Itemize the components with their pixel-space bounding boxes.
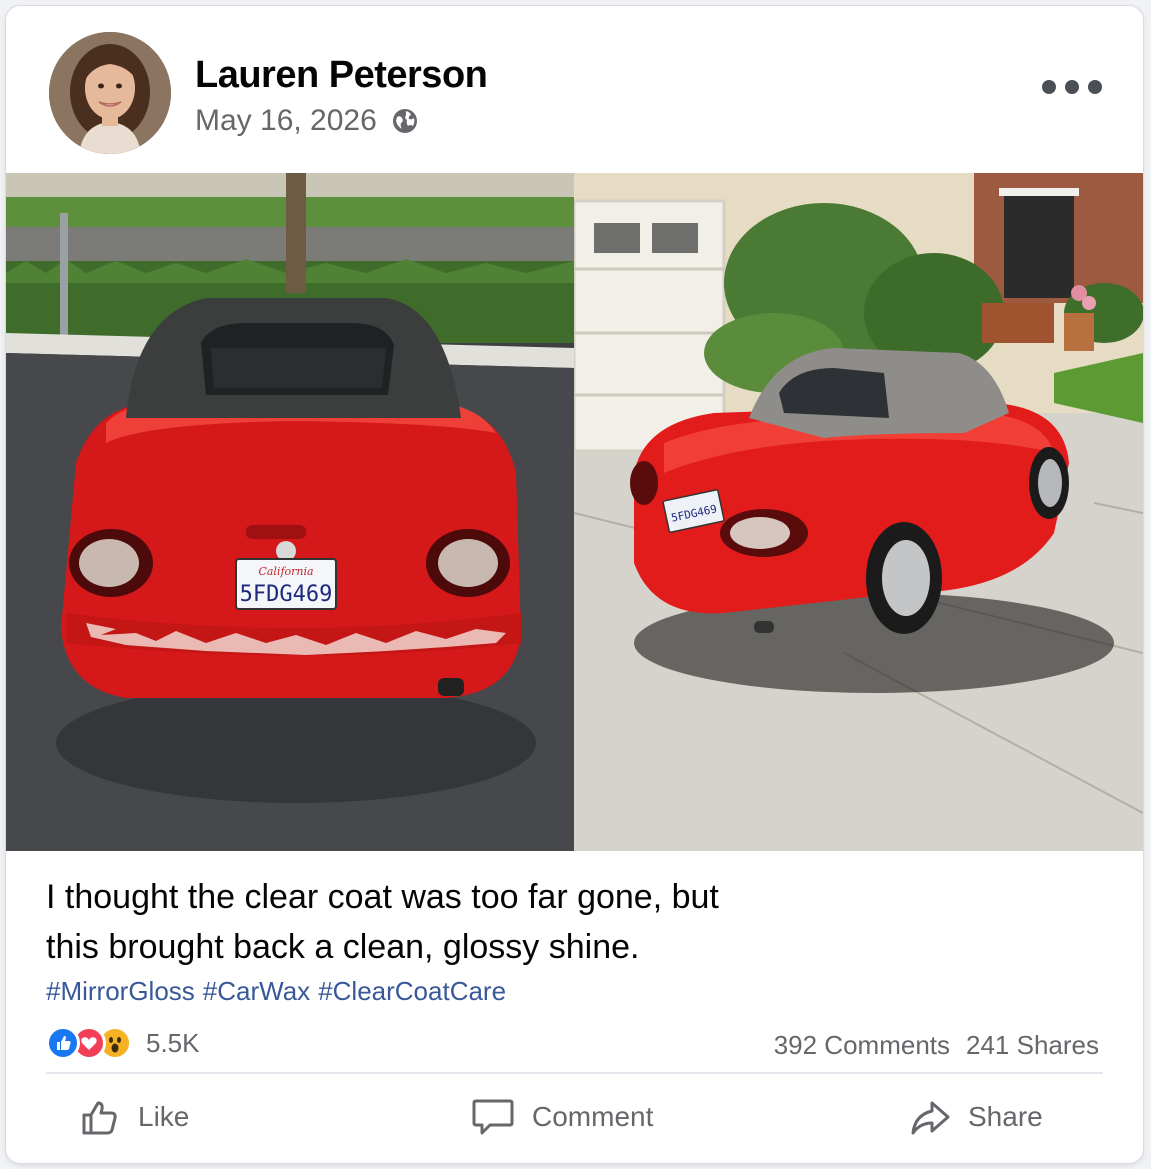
- comments-count-link[interactable]: 392 Comments: [774, 1030, 950, 1061]
- reactions-summary[interactable]: 5.5K: [46, 1026, 200, 1060]
- more-dot: [1088, 80, 1102, 94]
- shares-count-link[interactable]: 241 Shares: [966, 1030, 1099, 1061]
- thumbs-up-icon: [82, 1101, 117, 1135]
- plate-state: California: [258, 565, 313, 578]
- like-label: Like: [138, 1101, 190, 1132]
- hashtag-list: #MirrorGloss #CarWax #ClearCoatCare: [46, 976, 506, 1007]
- hashtag-link[interactable]: #ClearCoatCare: [318, 976, 506, 1007]
- share-label: Share: [968, 1101, 1043, 1132]
- post-meta: May 16, 2026: [195, 104, 419, 138]
- author-name[interactable]: Lauren Peterson: [195, 54, 488, 97]
- avatar-portrait: [49, 32, 171, 154]
- reaction-icons: [46, 1026, 132, 1060]
- post-card: Lauren Peterson May 16, 2026 California …: [6, 6, 1143, 1163]
- divider: [46, 1072, 1103, 1074]
- avatar[interactable]: [49, 32, 171, 154]
- share-button[interactable]: Share: [908, 1086, 1043, 1148]
- hashtag-link[interactable]: #CarWax: [203, 976, 310, 1007]
- more-options-button[interactable]: [1042, 76, 1102, 98]
- comment-bubble-icon: [472, 1099, 514, 1135]
- more-dot: [1042, 80, 1056, 94]
- share-arrow-icon: [911, 1101, 950, 1135]
- comment-label: Comment: [532, 1101, 654, 1132]
- like-button[interactable]: Like: [78, 1086, 189, 1148]
- engagement-stats: 392 Comments 241 Shares: [774, 1030, 1099, 1061]
- post-date[interactable]: May 16, 2026: [195, 104, 377, 138]
- more-dot: [1065, 80, 1079, 94]
- reaction-count: 5.5K: [146, 1027, 200, 1058]
- post-caption: I thought the clear coat was too far gon…: [46, 872, 946, 972]
- caption-line: I thought the clear coat was too far gon…: [46, 878, 719, 916]
- caption-line: this brought back a clean, glossy shine.: [46, 928, 640, 966]
- globe-icon: [392, 109, 417, 133]
- action-bar: Like Comment Share: [6, 1086, 1143, 1148]
- comment-button[interactable]: Comment: [470, 1086, 653, 1148]
- hashtag-link[interactable]: #MirrorGloss: [46, 976, 195, 1007]
- plate-number-left: 5FDG469: [240, 582, 333, 607]
- photo-before[interactable]: California 5FDG469: [6, 173, 574, 851]
- like-icon: [46, 1026, 80, 1060]
- photo-after[interactable]: 5FDG469: [574, 173, 1143, 851]
